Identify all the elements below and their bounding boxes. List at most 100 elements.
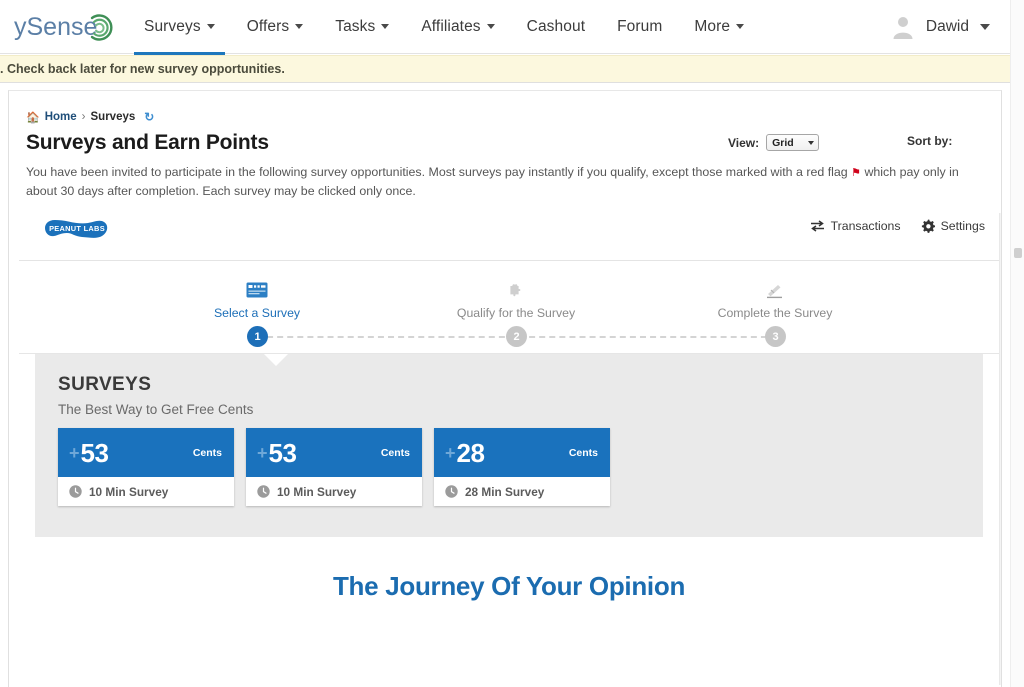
- step-number-badge-3[interactable]: 3: [765, 326, 786, 347]
- step-complete-the-survey[interactable]: Complete the Survey: [665, 282, 885, 320]
- chevron-down-icon: [381, 24, 390, 29]
- page-scrollbar[interactable]: [1010, 0, 1024, 687]
- breadcrumb-home-link[interactable]: Home: [45, 111, 77, 123]
- chevron-down-icon: [486, 24, 495, 29]
- transactions-link[interactable]: Transactions: [810, 219, 901, 233]
- step-number: 3: [772, 330, 779, 343]
- chevron-down-icon: [808, 140, 815, 145]
- breadcrumb-separator: ›: [81, 111, 86, 123]
- step-label: Qualify for the Survey: [456, 306, 576, 320]
- survey-progress-steps: Select a Survey 1 Qualify for the Survey…: [19, 261, 999, 354]
- survey-card-reward: + 28 Cents: [434, 428, 610, 477]
- step-number: 1: [254, 330, 261, 343]
- page-intro-text: You have been invited to participate in …: [26, 163, 992, 200]
- plus-sign: +: [445, 442, 456, 463]
- survey-card-reward: + 53 Cents: [246, 428, 422, 477]
- step-number-badge-2[interactable]: 2: [506, 326, 527, 347]
- breadcrumb: 🏠 Home › Surveys ↻: [26, 110, 154, 124]
- sort-by-label: Sort by:: [907, 134, 953, 148]
- nav-item-tasks[interactable]: Tasks: [319, 0, 405, 54]
- survey-duration-label: 28 Min Survey: [465, 484, 545, 499]
- provider-frame-scrollbar[interactable]: [999, 213, 1001, 685]
- nav-item-cashout[interactable]: Cashout: [511, 0, 601, 54]
- view-control: View: Grid: [728, 134, 820, 151]
- survey-reward-unit: Cents: [380, 446, 410, 459]
- survey-card[interactable]: + 53 Cents 10 Min Survey: [58, 428, 234, 506]
- survey-card[interactable]: + 28 Cents 28 Min Survey: [434, 428, 610, 506]
- nav-item-label: Offers: [246, 17, 290, 35]
- nav-item-label: More: [694, 17, 731, 35]
- survey-reward-amount: 28: [456, 437, 485, 468]
- peanut-labs-logo-icon[interactable]: PEANUT LABS: [45, 217, 109, 243]
- nav-item-surveys[interactable]: Surveys: [128, 0, 231, 56]
- transactions-label: Transactions: [830, 219, 901, 233]
- survey-reward-unit: Cents: [192, 446, 222, 459]
- surveys-section: SURVEYS The Best Way to Get Free Cents +…: [35, 354, 983, 537]
- chevron-down-icon: [736, 24, 745, 29]
- survey-reward-amount: 53: [268, 437, 297, 468]
- ysense-swirl-logo-icon: ySense: [14, 13, 113, 41]
- user-menu[interactable]: Dawid: [890, 0, 1010, 54]
- nav-item-label: Tasks: [335, 17, 376, 35]
- primary-nav-items: Surveys Offers Tasks Affiliates Cashout …: [128, 0, 760, 56]
- survey-card-duration: 10 Min Survey: [246, 477, 422, 506]
- clock-icon: [445, 485, 458, 498]
- nav-item-forum[interactable]: Forum: [601, 0, 678, 54]
- red-flag-icon: ⚑: [851, 167, 861, 179]
- home-icon: 🏠: [26, 111, 40, 124]
- plus-sign: +: [69, 442, 80, 463]
- nav-item-affiliates[interactable]: Affiliates: [405, 0, 510, 54]
- settings-link[interactable]: Settings: [921, 219, 985, 233]
- chevron-down-icon: [980, 23, 990, 30]
- provider-frame: PEANUT LABS Transactions Settings Select…: [19, 213, 999, 685]
- settings-label: Settings: [940, 219, 985, 233]
- provider-header: PEANUT LABS Transactions Settings: [19, 213, 999, 261]
- svg-text:ySense: ySense: [14, 13, 97, 41]
- gear-icon: [921, 219, 935, 233]
- survey-reward-unit: Cents: [568, 446, 598, 459]
- brand-logo-link[interactable]: ySense: [0, 0, 128, 54]
- survey-duration-label: 10 Min Survey: [277, 484, 357, 499]
- step-number-badge-1[interactable]: 1: [247, 326, 268, 347]
- refresh-icon[interactable]: ↻: [144, 110, 154, 124]
- step-label: Select a Survey: [213, 306, 301, 320]
- view-label: View:: [728, 135, 760, 150]
- page-scrollbar-thumb[interactable]: [1014, 248, 1022, 258]
- survey-duration-label: 10 Min Survey: [89, 484, 169, 499]
- step-select-a-survey[interactable]: Select a Survey: [147, 282, 367, 320]
- notice-banner: . Check back later for new survey opport…: [0, 55, 1010, 83]
- journey-heading: The Journey Of Your Opinion: [332, 571, 686, 601]
- plus-sign: +: [257, 442, 268, 463]
- puzzle-piece-icon: [406, 282, 626, 302]
- peanut-labs-logo-text: PEANUT LABS: [49, 224, 105, 233]
- survey-card-duration: 28 Min Survey: [434, 477, 610, 506]
- survey-card-reward: + 53 Cents: [58, 428, 234, 477]
- step-label: Complete the Survey: [717, 306, 833, 320]
- step-qualify-for-the-survey[interactable]: Qualify for the Survey: [406, 282, 626, 320]
- breadcrumb-current[interactable]: Surveys: [91, 111, 136, 123]
- active-step-pointer: [264, 354, 288, 366]
- chevron-down-icon: [295, 24, 304, 29]
- survey-card-icon: [147, 282, 367, 302]
- survey-card-duration: 10 Min Survey: [58, 477, 234, 506]
- view-select-value: Grid: [772, 136, 794, 149]
- nav-item-offers[interactable]: Offers: [231, 0, 320, 54]
- surveys-subheading: The Best Way to Get Free Cents: [58, 402, 254, 417]
- view-select[interactable]: Grid: [766, 134, 820, 151]
- page-title: Surveys and Earn Points: [26, 131, 269, 154]
- nav-item-label: Cashout: [526, 17, 586, 35]
- provider-actions: Transactions Settings: [790, 219, 985, 233]
- user-avatar-icon: [893, 16, 913, 39]
- survey-card[interactable]: + 53 Cents 10 Min Survey: [246, 428, 422, 506]
- notice-banner-text: . Check back later for new survey opport…: [0, 62, 285, 76]
- checklist-pencil-icon: [665, 282, 885, 302]
- nav-item-label: Affiliates: [421, 17, 481, 35]
- clock-icon: [257, 485, 270, 498]
- nav-item-more[interactable]: More: [678, 0, 760, 54]
- clock-icon: [69, 485, 82, 498]
- nav-item-label: Surveys: [144, 17, 201, 35]
- step-number: 2: [513, 330, 520, 343]
- page-content-panel: 🏠 Home › Surveys ↻ Surveys and Earn Poin…: [8, 90, 1002, 687]
- chevron-down-icon: [206, 24, 215, 29]
- survey-reward-amount: 53: [80, 437, 109, 468]
